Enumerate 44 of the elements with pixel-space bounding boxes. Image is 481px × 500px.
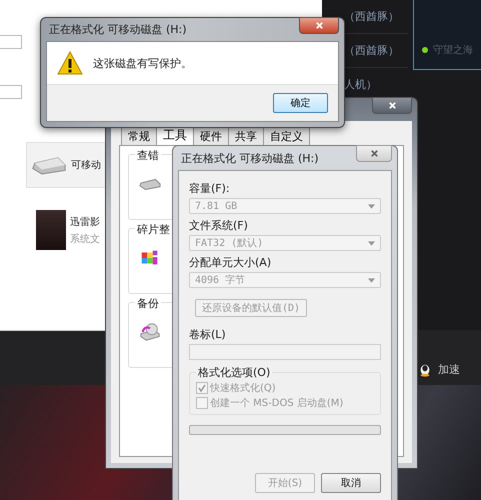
poster-placeholder bbox=[36, 210, 66, 250]
group-title: 查错 bbox=[135, 148, 161, 163]
penguin-icon bbox=[418, 362, 432, 376]
speedup-button[interactable]: 加速 bbox=[438, 362, 460, 377]
list-item-text[interactable]: （西酋豚） bbox=[344, 9, 399, 24]
alert-message: 这张磁盘有写保护。 bbox=[93, 56, 192, 70]
close-button[interactable] bbox=[356, 145, 392, 162]
app-description: 系统文 bbox=[70, 232, 100, 246]
tab[interactable]: 自定义 bbox=[263, 127, 310, 145]
window-title: 正在格式化 可移动磁盘 (H:) bbox=[49, 22, 187, 37]
warning-icon bbox=[57, 51, 83, 75]
close-button[interactable] bbox=[372, 97, 412, 114]
input-field[interactable] bbox=[0, 85, 22, 99]
list-item-text[interactable]: 人机） bbox=[344, 77, 377, 92]
group-title: 碎片整 bbox=[135, 222, 172, 237]
checkmark-icon bbox=[197, 383, 207, 393]
dialog-button[interactable]: 取消 bbox=[321, 473, 381, 493]
list-item-text[interactable]: （西酋豚） bbox=[344, 43, 399, 58]
caret-icon bbox=[368, 278, 375, 282]
field-label: 文件系统(F) bbox=[189, 218, 248, 233]
close-button[interactable] bbox=[299, 17, 339, 34]
field-label: 卷标(L) bbox=[189, 327, 226, 342]
input-field[interactable] bbox=[0, 35, 22, 49]
checkbox-label: 快速格式化(Q) bbox=[210, 382, 276, 395]
caret-icon bbox=[368, 204, 375, 208]
group-title: 格式化选项(O) bbox=[196, 365, 272, 380]
tab[interactable]: 硬件 bbox=[193, 127, 229, 145]
field-label: 容量(F): bbox=[189, 181, 230, 196]
field-label: 分配单元大小(A) bbox=[189, 255, 272, 270]
app-name[interactable]: 迅雷影 bbox=[70, 214, 100, 228]
close-icon bbox=[314, 21, 324, 30]
drive-name[interactable]: 可移动 bbox=[71, 158, 101, 172]
close-icon bbox=[388, 101, 396, 110]
close-icon bbox=[370, 149, 378, 158]
server-name: 守望之海 bbox=[433, 44, 473, 57]
tab[interactable]: 常规 bbox=[121, 127, 157, 145]
ok-button[interactable]: 确定 bbox=[273, 93, 328, 113]
group-title: 备份 bbox=[135, 296, 161, 311]
tab[interactable]: 共享 bbox=[228, 127, 264, 145]
checkbox-label: 创建一个 MS-DOS 启动盘(M) bbox=[210, 396, 344, 410]
status-dot bbox=[422, 47, 428, 53]
backup-icon bbox=[139, 321, 161, 343]
window-title: 正在格式化 可移动磁盘 (H:) bbox=[181, 150, 319, 166]
caret-icon bbox=[368, 240, 375, 246]
